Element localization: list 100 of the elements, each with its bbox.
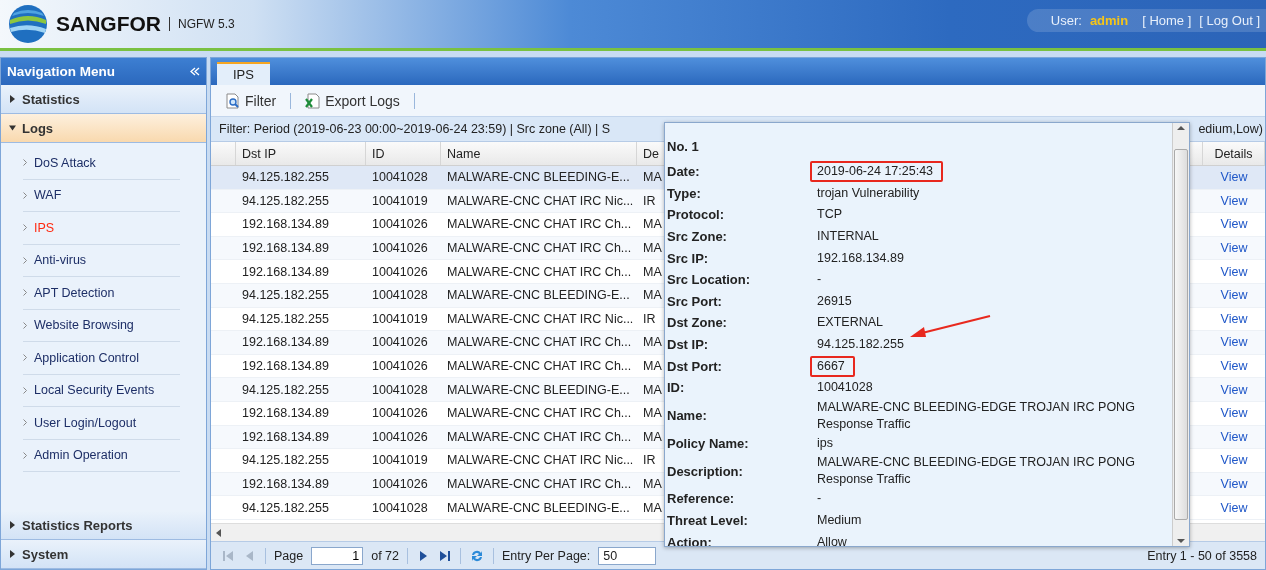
- field-label: Action:: [667, 534, 713, 546]
- table-cell: 94.125.182.255: [242, 453, 329, 468]
- table-cell: 94.125.182.255: [242, 288, 329, 303]
- field-value: ips: [817, 434, 833, 452]
- field-label: Type:: [667, 185, 702, 201]
- table-cell: 10041019: [372, 193, 428, 208]
- table-cell: 10041028: [372, 500, 428, 515]
- brand-name: SANGFOR: [56, 12, 161, 36]
- field-label: Src IP:: [667, 250, 710, 266]
- field-value: INTERNAL: [817, 228, 879, 246]
- table-cell: MALWARE-CNC CHAT IRC Ch...: [447, 359, 632, 374]
- table-cell: 10041026: [372, 264, 428, 279]
- table-cell: MALWARE-CNC BLEEDING-E...: [447, 382, 630, 397]
- table-cell: MA: [643, 288, 662, 303]
- table-cell: MALWARE-CNC BLEEDING-E...: [447, 500, 630, 515]
- table-cell: MALWARE-CNC CHAT IRC Ch...: [447, 335, 632, 350]
- table-cell: 94.125.182.255: [242, 170, 329, 185]
- table-cell: 192.168.134.89: [242, 406, 329, 421]
- filter-summary: Filter: Period (2019-06-23 00:00~2019-06-24 23:59) | Src zone (All) | S: [219, 122, 611, 136]
- field-label: Src Zone:: [667, 229, 728, 245]
- field-label: Reference:: [667, 491, 736, 507]
- table-cell: 10041019: [372, 453, 428, 468]
- field-value: TCP: [817, 206, 842, 224]
- table-cell: MALWARE-CNC CHAT IRC Ch...: [447, 264, 632, 279]
- user-label: User:: [1050, 13, 1082, 28]
- table-cell: MA: [643, 241, 662, 256]
- table-cell: 94.125.182.255: [242, 311, 329, 326]
- field-value: 26915: [817, 292, 852, 310]
- field-value: -: [817, 490, 822, 508]
- field-label: Name:: [667, 408, 708, 424]
- field-value: 94.125.182.255: [817, 336, 904, 354]
- field-value: MALWARE-CNC BLEEDING-EDGE TROJAN IRC PONG Response Traffic: [817, 454, 1136, 489]
- table-cell: 192.168.134.89: [242, 429, 329, 444]
- table-cell: IR: [643, 193, 656, 208]
- table-cell: MA: [643, 359, 662, 374]
- table-cell: 192.168.134.89: [242, 241, 329, 256]
- table-cell: 10041028: [372, 382, 428, 397]
- table-cell: MA: [643, 335, 662, 350]
- field-value: Allow: [817, 533, 847, 546]
- table-cell: 94.125.182.255: [242, 382, 329, 397]
- field-label: Src Location:: [667, 272, 752, 288]
- nav-title: Navigation Menu: [7, 64, 115, 79]
- table-cell: 10041028: [372, 288, 428, 303]
- table-cell: MALWARE-CNC CHAT IRC Ch...: [447, 217, 632, 232]
- popup-title: No. 1: [667, 137, 700, 156]
- table-cell: 192.168.134.89: [242, 477, 329, 491]
- field-label: Src Port:: [667, 293, 723, 309]
- table-cell: MALWARE-CNC BLEEDING-E...: [447, 170, 630, 185]
- field-label: Dst Port:: [667, 358, 723, 374]
- table-cell: MA: [643, 382, 662, 397]
- field-label: Protocol:: [667, 207, 726, 223]
- table-cell: 10041028: [372, 170, 428, 185]
- table-cell: 10041026: [372, 429, 428, 444]
- field-label: Description:: [667, 463, 744, 479]
- table-cell: 192.168.134.89: [242, 335, 329, 350]
- table-cell: 192.168.134.89: [242, 359, 329, 374]
- table-cell: MALWARE-CNC BLEEDING-E...: [447, 288, 630, 303]
- entry-summary: Entry 1 - 50 of 3558: [1147, 548, 1257, 563]
- field-label: Dst IP:: [667, 337, 710, 353]
- field-label: Threat Level:: [667, 513, 749, 528]
- field-value: -: [817, 271, 822, 289]
- table-cell: MA: [643, 477, 662, 491]
- table-cell: MA: [643, 217, 662, 232]
- filter-summary: edium,Low): [1198, 122, 1263, 136]
- table-cell: 10041026: [372, 406, 428, 421]
- page-label: Page: [274, 548, 304, 563]
- table-cell: 192.168.134.89: [242, 217, 329, 232]
- table-cell: 10041026: [372, 359, 428, 374]
- field-value: Medium: [817, 512, 862, 529]
- highlighted-field-value: 6667: [810, 355, 855, 377]
- table-cell: 10041026: [372, 217, 428, 232]
- field-label: Policy Name:: [667, 435, 750, 451]
- table-cell: MA: [643, 406, 662, 421]
- table-cell: MALWARE-CNC CHAT IRC Ch...: [447, 477, 632, 491]
- user-name: admin: [1089, 13, 1129, 28]
- field-label: Date:: [667, 164, 701, 180]
- table-cell: 94.125.182.255: [242, 500, 329, 515]
- table-cell: 10041019: [372, 311, 428, 326]
- table-cell: MALWARE-CNC CHAT IRC Ch...: [447, 241, 632, 256]
- table-cell: IR: [643, 311, 656, 326]
- field-value: 10041028: [817, 379, 873, 397]
- table-cell: MA: [643, 500, 662, 515]
- table-cell: MALWARE-CNC CHAT IRC Ch...: [447, 429, 632, 444]
- table-cell: 10041026: [372, 241, 428, 256]
- table-cell: 10041026: [372, 477, 428, 491]
- product-version: NGFW 5.3: [178, 17, 235, 31]
- table-cell: MA: [643, 429, 662, 444]
- table-cell: MALWARE-CNC CHAT IRC Ch...: [447, 406, 632, 421]
- field-label: Dst Zone:: [667, 315, 728, 331]
- table-cell: IR: [643, 453, 656, 468]
- table-cell: 94.125.182.255: [242, 193, 329, 208]
- table-cell: MA: [643, 264, 662, 279]
- field-label: ID:: [667, 380, 686, 396]
- highlighted-field-value: 2019-06-24 17:25:43: [810, 161, 944, 183]
- table-cell: MALWARE-CNC CHAT IRC Nic...: [447, 193, 634, 208]
- table-cell: MA: [643, 170, 662, 185]
- per-page-label: Entry Per Page:: [502, 548, 591, 563]
- field-value: trojan Vulnerability: [817, 184, 920, 202]
- table-cell: MALWARE-CNC CHAT IRC Nic...: [447, 311, 634, 326]
- table-cell: 192.168.134.89: [242, 264, 329, 279]
